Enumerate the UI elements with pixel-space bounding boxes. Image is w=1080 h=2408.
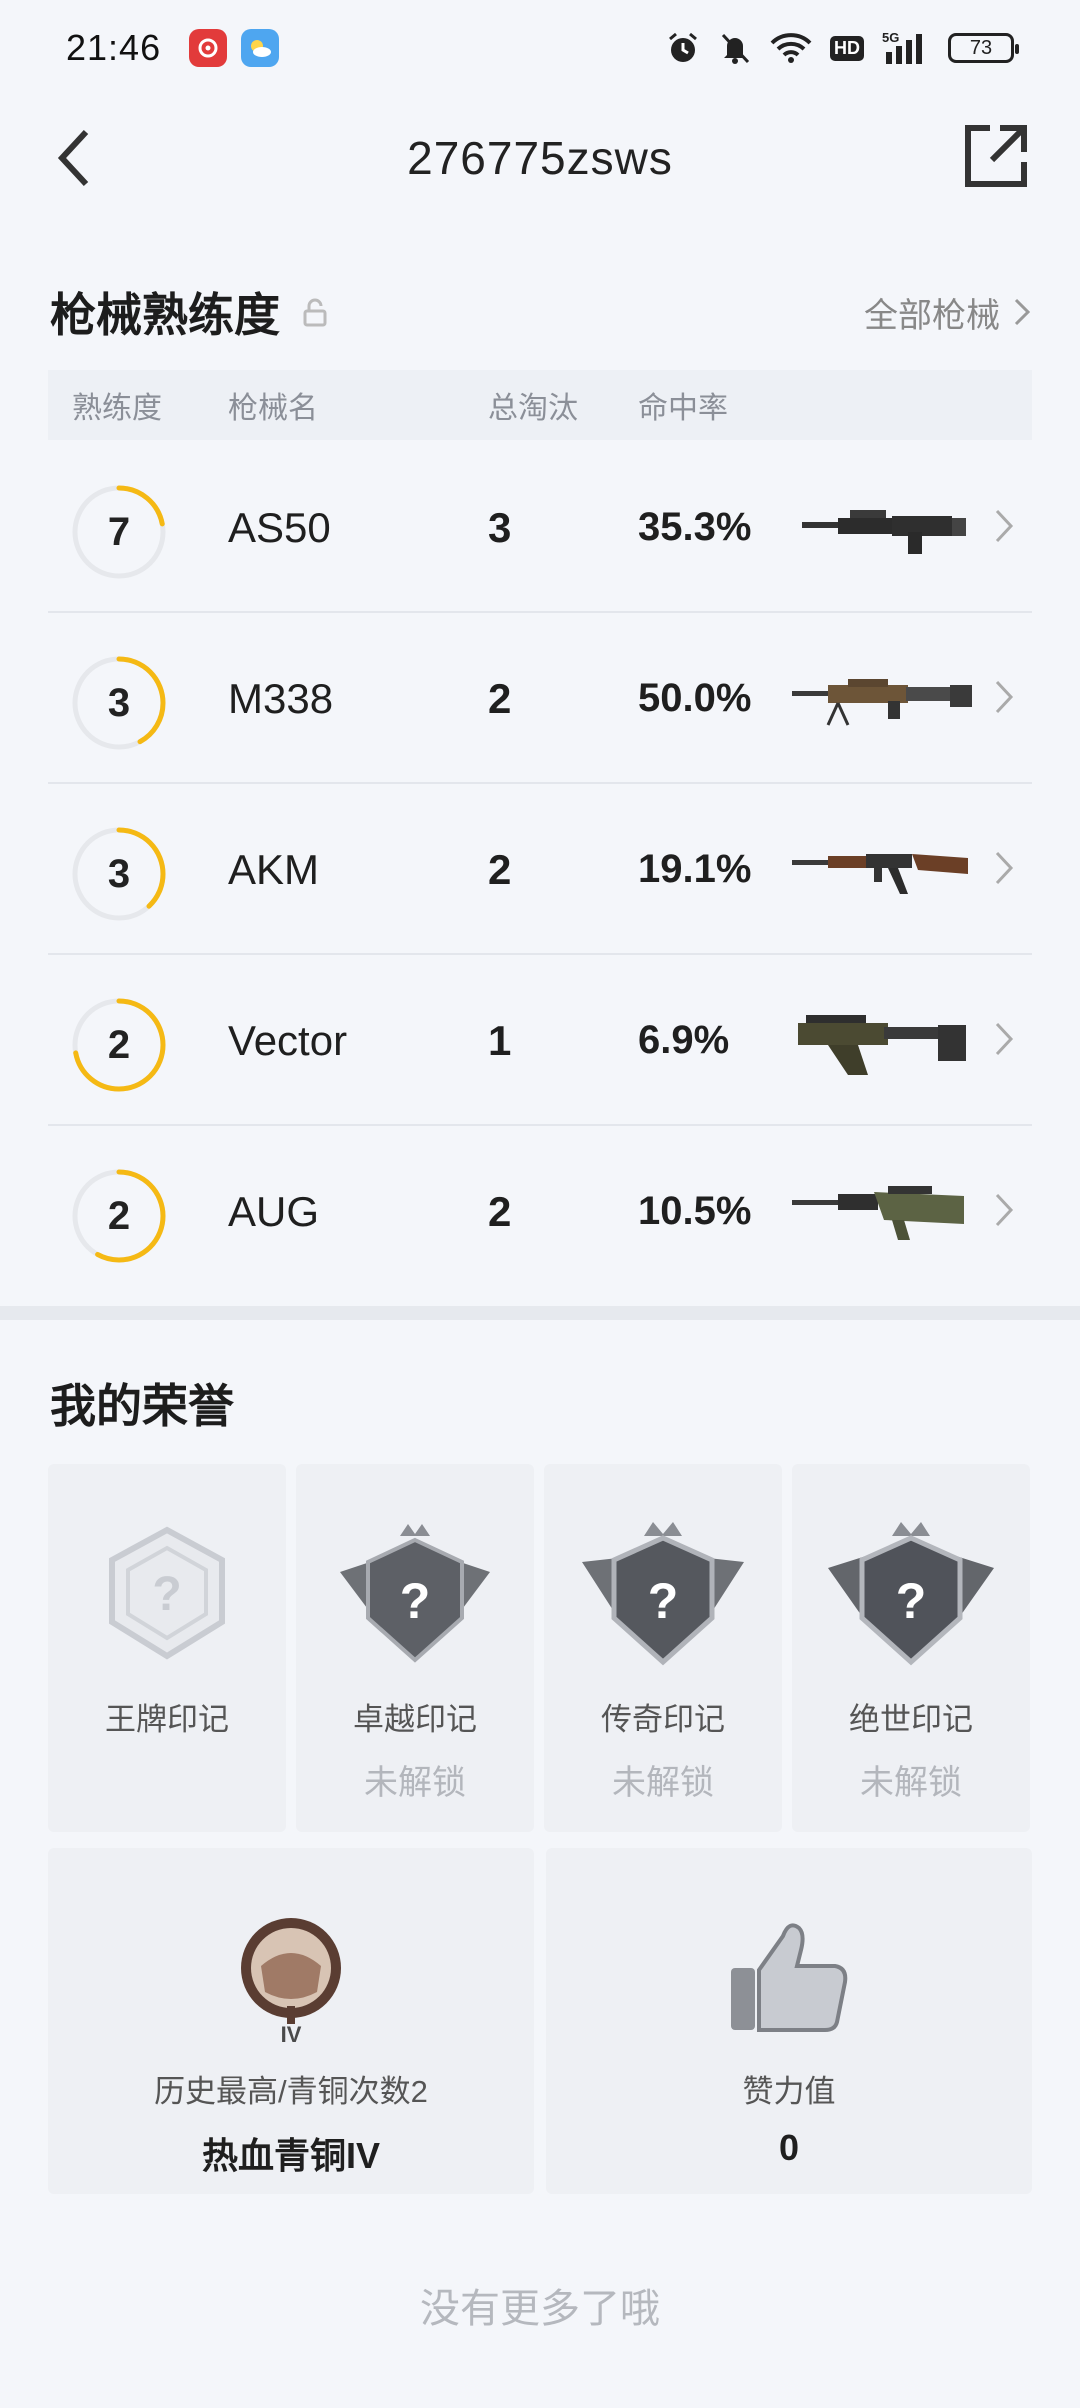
svg-text:?: ? xyxy=(152,1568,181,1621)
peerless-badge-icon: ? xyxy=(828,1522,994,1666)
proficiency-level: 3 xyxy=(107,680,131,725)
honor-name: 卓越印记 xyxy=(353,1702,477,1737)
status-time: 21:46 xyxy=(66,27,162,68)
weapon-row[interactable]: 7 AS50 3 35.3% xyxy=(48,442,1032,613)
signal-icon: 5G xyxy=(882,30,930,66)
share-button[interactable] xyxy=(962,122,1030,190)
honor-card-legend[interactable]: ? 传奇印记 未解锁 xyxy=(544,1464,782,1832)
page-title: 276775zsws xyxy=(407,132,673,184)
likes-value: 0 xyxy=(778,2127,800,2168)
all-weapons-link[interactable]: 全部枪械 xyxy=(864,288,1030,337)
thumbs-up-icon xyxy=(731,1923,848,2032)
bronze-rank-icon: IV xyxy=(241,1918,341,2046)
likes-card[interactable]: 赞力值 0 xyxy=(546,1848,1032,2194)
honor-name: 王牌印记 xyxy=(105,1702,229,1737)
legend-badge-icon: ? xyxy=(582,1522,744,1666)
likes-label: 赞力值 xyxy=(742,2074,836,2109)
honor-status: 未解锁 xyxy=(364,1764,466,1802)
weapons-table-header: 熟练度 枪械名 总淘汰 命中率 xyxy=(48,370,1032,440)
column-rate: 命中率 xyxy=(638,392,728,425)
weapon-hit-rate: 10.5% xyxy=(638,1189,752,1233)
weather-app-icon xyxy=(241,29,280,67)
weapon-row[interactable]: 2 Vector 1 6.9% xyxy=(48,955,1032,1126)
proficiency-level: 7 xyxy=(107,509,131,554)
honor-card-peerless[interactable]: ? 绝世印记 未解锁 xyxy=(792,1464,1030,1832)
weapon-hit-rate: 50.0% xyxy=(638,676,752,720)
svg-text:?: ? xyxy=(896,1573,927,1629)
header: 276775zsws xyxy=(0,96,1080,220)
weapon-hit-rate: 6.9% xyxy=(638,1018,730,1062)
honor-status: 未解锁 xyxy=(612,1764,714,1802)
weapon-elims: 2 xyxy=(488,845,512,893)
weapon-hit-rate: 19.1% xyxy=(638,847,752,891)
weapon-elims: 2 xyxy=(488,1187,512,1235)
weapon-row[interactable]: 3 M338 2 50.0% xyxy=(48,613,1032,784)
weapon-elims: 1 xyxy=(488,1016,512,1064)
chevron-right-icon xyxy=(995,1022,1014,1056)
svg-text:IV: IV xyxy=(281,2022,302,2046)
column-level: 熟练度 xyxy=(72,392,162,425)
svg-text:5G: 5G xyxy=(882,30,899,45)
chevron-right-icon xyxy=(995,851,1014,885)
mute-bell-icon xyxy=(718,31,752,65)
honor-name: 绝世印记 xyxy=(849,1702,973,1737)
back-button[interactable] xyxy=(44,126,104,190)
weapon-row[interactable]: 3 AKM 2 19.1% xyxy=(48,784,1032,955)
wifi-icon xyxy=(770,32,812,64)
weapon-name: M338 xyxy=(228,674,334,722)
weapon-name: AUG xyxy=(228,1187,320,1235)
section-divider xyxy=(0,1306,1080,1320)
honor-stats-grid: IV 历史最高/青铜次数2 热血青铜IV 赞力值 0 xyxy=(48,1848,1032,2194)
rank-value: 热血青铜IV xyxy=(201,2135,380,2176)
honor-card-excellence[interactable]: ? 卓越印记 未解锁 xyxy=(296,1464,534,1832)
assault-rifle-icon xyxy=(792,854,968,894)
chevron-left-icon xyxy=(57,129,89,187)
weapon-hit-rate: 35.3% xyxy=(638,505,752,549)
honor-name: 传奇印记 xyxy=(601,1702,725,1737)
weapon-name: AS50 xyxy=(228,503,331,551)
honor-grid: ? 王牌印记 ? 卓越印记 未解锁 ? 传奇印记 未解锁 ? 绝世印记 未解锁 xyxy=(48,1464,1032,1832)
rank-label: 历史最高/青铜次数2 xyxy=(154,2074,428,2109)
unlock-icon[interactable] xyxy=(302,297,328,327)
honor-section-title: 我的荣誉 xyxy=(50,1380,234,1432)
share-icon xyxy=(965,125,1027,187)
machine-gun-icon xyxy=(792,679,972,726)
excellence-badge-icon: ? xyxy=(340,1524,490,1663)
chevron-right-icon xyxy=(995,680,1014,714)
bullpup-rifle-icon xyxy=(792,1186,964,1240)
chevron-right-icon xyxy=(995,509,1014,543)
hd-voice-icon: HD xyxy=(830,35,864,61)
weapon-name: AKM xyxy=(228,845,320,893)
sniper-rifle-icon xyxy=(802,510,966,554)
weapons-section-header: 枪械熟练度 全部枪械 xyxy=(50,272,1030,352)
ace-badge-icon: ? xyxy=(109,1526,225,1660)
honor-card-ace[interactable]: ? 王牌印记 xyxy=(48,1464,286,1832)
rank-card[interactable]: IV 历史最高/青铜次数2 热血青铜IV xyxy=(48,1848,534,2194)
music-app-icon xyxy=(189,29,228,67)
weapon-elims: 2 xyxy=(488,674,512,722)
svg-text:?: ? xyxy=(648,1573,679,1629)
chevron-right-icon xyxy=(1014,298,1030,326)
column-elims: 总淘汰 xyxy=(488,392,578,425)
all-weapons-label: 全部枪械 xyxy=(864,296,1000,335)
proficiency-level: 3 xyxy=(107,851,131,896)
proficiency-level: 2 xyxy=(107,1193,131,1238)
proficiency-level: 2 xyxy=(107,1022,131,1067)
weapons-list: 7 AS50 3 35.3% 3 M338 2 50.0% 3 AKM 2 19… xyxy=(48,442,1032,1297)
no-more-text: 没有更多了哦 xyxy=(420,2287,660,2331)
weapon-row[interactable]: 2 AUG 2 10.5% xyxy=(48,1126,1032,1297)
battery-indicator: 73 xyxy=(948,33,1019,63)
weapon-name: Vector xyxy=(228,1016,348,1064)
weapon-elims: 3 xyxy=(488,503,512,551)
weapons-section-title: 枪械熟练度 xyxy=(50,289,280,341)
svg-text:?: ? xyxy=(400,1573,431,1629)
alarm-icon xyxy=(666,31,700,65)
honor-status: 未解锁 xyxy=(860,1764,962,1802)
chevron-right-icon xyxy=(995,1193,1014,1227)
smg-icon xyxy=(798,1015,966,1075)
column-name: 枪械名 xyxy=(228,392,318,425)
status-bar: 21:46 HD 5G 73 xyxy=(0,0,1080,96)
